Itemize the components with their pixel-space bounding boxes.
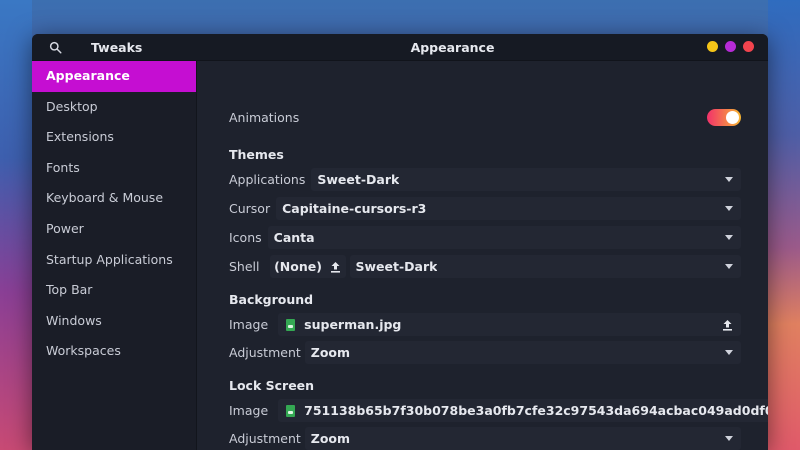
background-heading: Background bbox=[229, 292, 314, 307]
maximize-button[interactable] bbox=[725, 41, 736, 52]
close-button[interactable] bbox=[743, 41, 754, 52]
background-adjustment-label: Adjustment bbox=[229, 345, 301, 360]
main-panel: Animations Themes Applications Sweet-Dar… bbox=[198, 61, 768, 450]
background-adjustment-row: Adjustment Zoom bbox=[229, 341, 741, 364]
sidebar-item-fonts[interactable]: Fonts bbox=[32, 153, 196, 184]
applications-row: Applications Sweet-Dark bbox=[229, 168, 741, 191]
sidebar-item-desktop[interactable]: Desktop bbox=[32, 92, 196, 123]
shell-row: Shell (None) Sweet-Dark bbox=[229, 255, 741, 278]
lock-screen-image-row: Image 751138b65b7f30b078be3a0fb7cfe32c97… bbox=[229, 399, 768, 422]
cursor-dropdown[interactable]: Capitaine-cursors-r3 bbox=[276, 197, 741, 220]
animations-toggle[interactable] bbox=[707, 108, 741, 126]
toggle-knob bbox=[726, 110, 739, 124]
desktop-wallpaper-right bbox=[768, 0, 800, 450]
chevron-down-icon bbox=[725, 235, 733, 240]
lock-screen-adjustment-row: Adjustment Zoom bbox=[229, 427, 741, 450]
background-adjustment-value: Zoom bbox=[310, 345, 351, 360]
chevron-down-icon bbox=[725, 350, 733, 355]
desktop-wallpaper-left bbox=[0, 0, 32, 450]
lock-screen-image-chooser[interactable]: 751138b65b7f30b078be3a0fb7cfe32c97543da6… bbox=[278, 399, 768, 422]
sidebar-item-appearance[interactable]: Appearance bbox=[32, 61, 196, 92]
background-image-row: Image superman.jpg bbox=[229, 313, 741, 336]
chevron-down-icon bbox=[725, 177, 733, 182]
sidebar-item-workspaces[interactable]: Workspaces bbox=[32, 336, 196, 367]
themes-heading: Themes bbox=[229, 147, 284, 162]
window-controls bbox=[707, 41, 754, 52]
lock-screen-image-value: 751138b65b7f30b078be3a0fb7cfe32c97543da6… bbox=[304, 403, 768, 418]
lock-screen-adjustment-value: Zoom bbox=[310, 431, 351, 446]
app-title: Tweaks bbox=[91, 39, 143, 55]
lock-screen-adjustment-dropdown[interactable]: Zoom bbox=[304, 427, 741, 450]
window-title: Appearance bbox=[410, 39, 495, 55]
shell-none-value: (None) bbox=[274, 259, 322, 274]
icons-dropdown[interactable]: Canta bbox=[267, 226, 741, 249]
search-icon bbox=[49, 41, 62, 54]
chevron-down-icon bbox=[725, 264, 733, 269]
sidebar-item-extensions[interactable]: Extensions bbox=[32, 122, 196, 153]
image-file-icon bbox=[286, 318, 296, 331]
shell-value: Sweet-Dark bbox=[355, 259, 438, 274]
cursor-row: Cursor Capitaine-cursors-r3 bbox=[229, 197, 741, 220]
lock-screen-adjustment-label: Adjustment bbox=[229, 431, 301, 446]
upload-icon bbox=[330, 261, 341, 273]
titlebar: Tweaks Appearance bbox=[32, 34, 768, 61]
lock-screen-image-label: Image bbox=[229, 403, 269, 418]
icons-label: Icons bbox=[229, 230, 262, 245]
sidebar: Appearance Desktop Extensions Fonts Keyb… bbox=[32, 61, 197, 450]
shell-install-button[interactable]: (None) bbox=[269, 255, 346, 278]
sidebar-item-power[interactable]: Power bbox=[32, 214, 196, 245]
background-adjustment-dropdown[interactable]: Zoom bbox=[304, 341, 741, 364]
cursor-label: Cursor bbox=[229, 201, 271, 216]
shell-dropdown[interactable]: Sweet-Dark bbox=[349, 255, 741, 278]
background-image-label: Image bbox=[229, 317, 269, 332]
background-image-value: superman.jpg bbox=[304, 317, 402, 332]
sidebar-item-windows[interactable]: Windows bbox=[32, 306, 196, 337]
shell-label: Shell bbox=[229, 259, 260, 274]
applications-value: Sweet-Dark bbox=[317, 172, 400, 187]
search-button[interactable] bbox=[32, 34, 79, 61]
sidebar-item-startup-applications[interactable]: Startup Applications bbox=[32, 245, 196, 276]
tweaks-window: Tweaks Appearance Appearance Desktop Ext… bbox=[32, 34, 768, 450]
chevron-down-icon bbox=[725, 436, 733, 441]
applications-dropdown[interactable]: Sweet-Dark bbox=[311, 168, 741, 191]
icons-value: Canta bbox=[273, 230, 315, 245]
animations-label: Animations bbox=[229, 109, 300, 125]
chevron-down-icon bbox=[725, 206, 733, 211]
sidebar-item-keyboard-mouse[interactable]: Keyboard & Mouse bbox=[32, 183, 196, 214]
upload-icon[interactable] bbox=[722, 319, 733, 331]
sidebar-item-top-bar[interactable]: Top Bar bbox=[32, 275, 196, 306]
background-image-chooser[interactable]: superman.jpg bbox=[278, 313, 741, 336]
image-file-icon bbox=[286, 404, 296, 417]
animations-row: Animations bbox=[229, 108, 741, 126]
icons-row: Icons Canta bbox=[229, 226, 741, 249]
lock-screen-heading: Lock Screen bbox=[229, 378, 315, 393]
minimize-button[interactable] bbox=[707, 41, 718, 52]
applications-label: Applications bbox=[229, 172, 306, 187]
cursor-value: Capitaine-cursors-r3 bbox=[282, 201, 427, 216]
